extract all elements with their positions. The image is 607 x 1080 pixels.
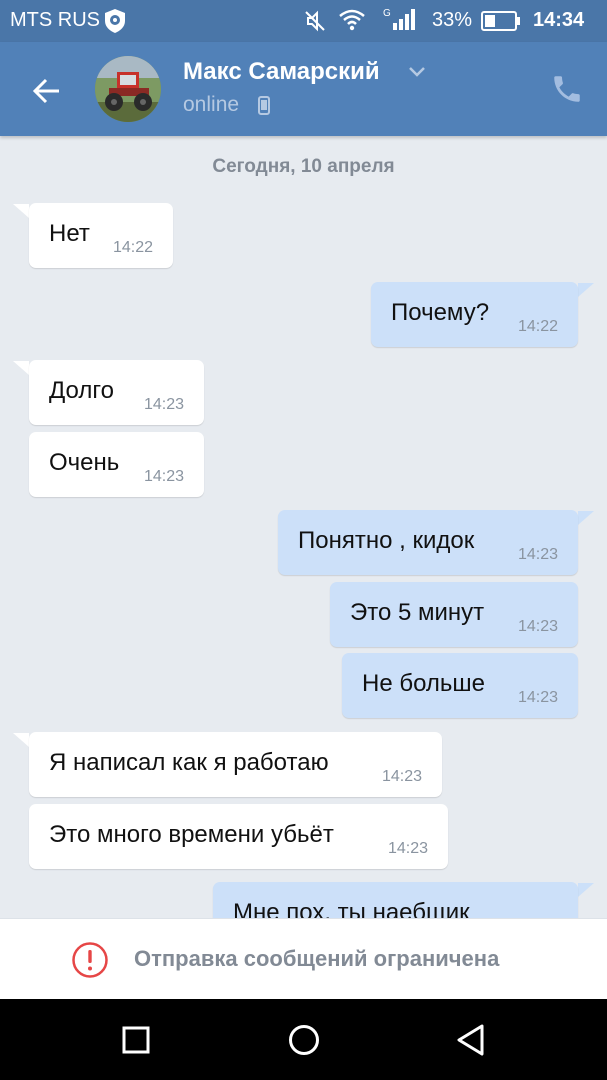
date-divider: Сегодня, 10 апреля bbox=[212, 156, 395, 177]
message-outgoing[interactable]: Почему? 14:22 bbox=[371, 282, 578, 347]
back-arrow-icon[interactable] bbox=[32, 76, 62, 106]
bubble-tail bbox=[13, 204, 29, 218]
message-text: Нет bbox=[49, 220, 90, 247]
svg-text:G: G bbox=[383, 8, 391, 19]
message-incoming[interactable]: Я написал как я работаю 14:23 bbox=[29, 732, 442, 797]
clock: 14:34 bbox=[533, 9, 585, 31]
battery-icon bbox=[481, 11, 520, 31]
sending-restricted-bar: Отправка сообщений ограничена bbox=[0, 918, 607, 999]
online-status: online bbox=[183, 93, 240, 116]
message-incoming[interactable]: Долго 14:23 bbox=[29, 360, 204, 425]
mute-icon bbox=[305, 10, 325, 32]
message-incoming[interactable]: Очень 14:23 bbox=[29, 432, 204, 497]
message-text: Не больше bbox=[362, 670, 486, 697]
home-icon[interactable] bbox=[284, 1020, 324, 1060]
wifi-icon bbox=[339, 9, 365, 31]
message-text: Мне пох, ты наебщик bbox=[233, 899, 470, 918]
chat-header: Макс Самарский online bbox=[0, 42, 607, 136]
message-text: Очень bbox=[49, 449, 120, 476]
restriction-text: Отправка сообщений ограничена bbox=[134, 946, 500, 971]
bubble-tail bbox=[578, 511, 594, 525]
back-icon[interactable] bbox=[452, 1020, 492, 1060]
message-time: 14:23 bbox=[517, 689, 558, 706]
message-outgoing[interactable]: Это 5 минут 14:23 bbox=[330, 582, 578, 647]
message-text: Понятно , кидок bbox=[298, 527, 475, 554]
message-text: Почему? bbox=[391, 299, 490, 326]
bubble-tail bbox=[578, 883, 594, 897]
message-time: 14:22 bbox=[517, 318, 558, 335]
bubble-tail bbox=[13, 733, 29, 747]
avatar[interactable] bbox=[95, 56, 161, 122]
message-incoming[interactable]: Нет 14:22 bbox=[29, 203, 173, 268]
message-text: Долго bbox=[49, 377, 114, 404]
message-time: 14:23 bbox=[143, 396, 184, 413]
status-bar: MTS RUS G 33% 14:34 bbox=[0, 0, 607, 42]
message-outgoing[interactable]: Мне пох, ты наебщик bbox=[213, 882, 578, 918]
avatar-image bbox=[95, 56, 161, 122]
message-outgoing[interactable]: Не больше 14:23 bbox=[342, 653, 578, 718]
message-incoming[interactable]: Это много времени убьёт 14:23 bbox=[29, 804, 448, 869]
bubble-tail bbox=[578, 283, 594, 297]
message-outgoing[interactable]: Понятно , кидок 14:23 bbox=[278, 510, 578, 575]
carrier-logo-icon bbox=[105, 9, 125, 33]
mobile-device-icon bbox=[258, 96, 270, 115]
contact-name[interactable]: Макс Самарский bbox=[183, 58, 380, 86]
message-time: 14:23 bbox=[387, 840, 428, 857]
chevron-down-icon[interactable] bbox=[408, 66, 426, 78]
carrier-name: MTS RUS bbox=[10, 9, 100, 31]
message-time: 14:23 bbox=[143, 468, 184, 485]
signal-icon: G bbox=[383, 8, 415, 30]
message-text: Это много времени убьёт bbox=[49, 821, 334, 848]
recent-apps-icon[interactable] bbox=[116, 1020, 156, 1060]
message-text: Это 5 минут bbox=[350, 599, 485, 626]
message-text: Я написал как я работаю bbox=[49, 749, 329, 776]
message-list[interactable]: Сегодня, 10 апреля Нет 14:22 Почему? 14:… bbox=[0, 136, 607, 918]
message-time: 14:23 bbox=[517, 546, 558, 563]
message-time: 14:22 bbox=[112, 239, 153, 256]
alert-circle-icon bbox=[72, 942, 108, 978]
phone-call-icon[interactable] bbox=[550, 72, 584, 106]
message-time: 14:23 bbox=[517, 618, 558, 635]
battery-percent: 33% bbox=[432, 9, 473, 31]
bubble-tail bbox=[13, 361, 29, 375]
message-time: 14:23 bbox=[381, 768, 422, 785]
system-nav-bar bbox=[0, 999, 607, 1080]
